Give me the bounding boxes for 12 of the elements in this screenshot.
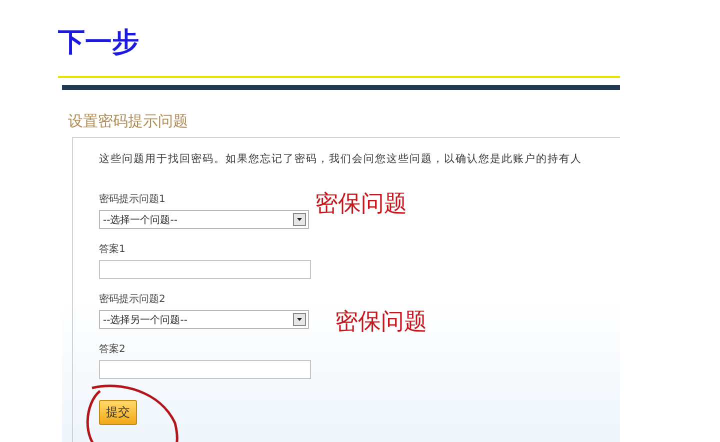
question-dropdown[interactable]: --选择另一个问题--	[99, 310, 309, 329]
field-label: 答案1	[99, 242, 126, 256]
field-label: 密码提示问题1	[99, 192, 166, 206]
submit-button[interactable]: 提交	[99, 400, 137, 425]
annotation-note: 密保问题	[335, 308, 427, 337]
form-title: 设置密码提示问题	[68, 112, 188, 131]
field-label: 密码提示问题2	[99, 292, 166, 306]
annotation-note: 密保问题	[315, 190, 407, 219]
form-description: 这些问题用于找回密码。如果您忘记了密码，我们会问您这些问题，以确认您是此账户的持有人	[99, 152, 582, 166]
page-heading: 下一步	[58, 26, 139, 60]
field-label: 答案2	[99, 342, 126, 356]
question-dropdown[interactable]: --选择一个问题--	[99, 210, 309, 229]
